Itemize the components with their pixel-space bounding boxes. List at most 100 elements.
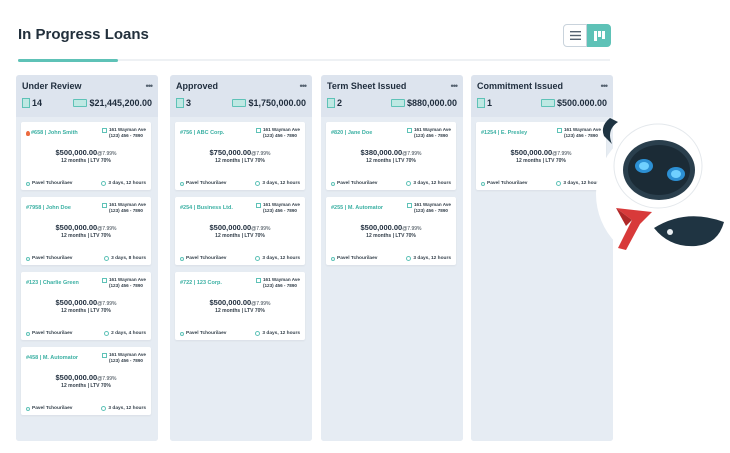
loan-id-link[interactable]: #123 | Charlie Green (26, 277, 79, 289)
loan-id-link[interactable]: #1254 | E. Presley (481, 127, 527, 139)
property-address: 161 Wayman Ave (123) 456 - 7890 (101, 352, 146, 364)
assignee-name: Pavel Tchourilaev (487, 181, 528, 186)
clock-icon (101, 406, 107, 411)
interest-rate: @7.99% (402, 151, 422, 157)
loan-card[interactable]: #756 | ABC Corp. 161 Wayman Ave (123) 456 … (175, 122, 305, 190)
user-icon (180, 181, 184, 186)
phone-line: (123) 456 - 7890 (262, 133, 297, 138)
more-options-icon[interactable]: ••• (146, 82, 154, 91)
assignee-name: Pavel Tchourilaev (32, 331, 73, 336)
interest-rate: @7.99% (97, 226, 117, 232)
loan-card[interactable]: #458 | M. Automator 161 Wayman Ave (123) 4… (21, 347, 151, 415)
loan-count-value: 2 (337, 98, 343, 108)
loan-id-text: #820 | Jane Doe (331, 130, 373, 136)
loan-amount: $500,000.00 (55, 373, 98, 382)
clock-icon (255, 181, 261, 186)
loan-amount-row: $500,000.00@7.99% (180, 222, 300, 233)
elapsed-time: 3 days, 12 hours (255, 256, 300, 261)
loan-count: 3 (176, 98, 191, 108)
loan-id-link[interactable]: #722 | 123 Corp. (180, 277, 222, 289)
board-view-button[interactable] (587, 24, 611, 47)
more-options-icon[interactable]: ••• (300, 82, 308, 91)
address-lines: 161 Wayman Ave (123) 456 - 7890 (263, 277, 300, 289)
loan-terms: 12 months | LTV 70% (61, 158, 111, 164)
loan-id-link[interactable]: #658 | John Smith (26, 127, 78, 139)
more-options-icon[interactable]: ••• (451, 82, 459, 91)
loan-terms: 12 months | LTV 70% (516, 158, 566, 164)
loan-id-text: #722 | 123 Corp. (180, 280, 222, 286)
loan-card[interactable]: #1254 | E. Presley 161 Wayman Ave (123) 45… (476, 122, 606, 190)
fire-icon (26, 130, 30, 136)
loan-count-value: 3 (186, 98, 192, 108)
user-icon (331, 256, 335, 261)
card-footer: Pavel Tchourilaev 3 days, 12 hours (481, 181, 601, 186)
card-header: #7958 | John Doe 161 Wayman Ave (123) 456 … (26, 202, 146, 214)
interest-rate: @7.99% (97, 376, 117, 382)
loan-id-link[interactable]: #255 | M. Automator (331, 202, 383, 214)
address-lines: 161 Wayman Ave (123) 456 - 7890 (263, 127, 300, 139)
loan-id-link[interactable]: #458 | M. Automator (26, 352, 78, 364)
assignee: Pavel Tchourilaev (180, 256, 226, 261)
elapsed-time: 3 days, 12 hours (101, 406, 146, 411)
loan-card[interactable]: #255 | M. Automator 161 Wayman Ave (123) 4… (326, 197, 456, 265)
user-icon (331, 181, 335, 186)
column-title: Term Sheet Issued (327, 81, 407, 91)
interest-rate: @7.99% (97, 151, 117, 157)
loan-id-link[interactable]: #756 | ABC Corp. (180, 127, 224, 139)
column-card-list: #820 | Jane Doe 161 Wayman Ave (123) 456 -… (321, 117, 463, 441)
loan-card[interactable]: #123 | Charlie Green 161 Wayman Ave (123) … (21, 272, 151, 340)
phone-line: (123) 456 - 7890 (413, 208, 448, 213)
loan-card[interactable]: #658 | John Smith 161 Wayman Ave (123) 456… (21, 122, 151, 190)
loan-terms: 12 months | LTV 70% (61, 308, 111, 314)
loan-count-value: 14 (32, 98, 43, 108)
loan-id-text: #658 | John Smith (31, 130, 78, 136)
column-card-list: #756 | ABC Corp. 161 Wayman Ave (123) 456 … (170, 117, 312, 441)
card-footer: Pavel Tchourilaev 3 days, 12 hours (180, 256, 300, 261)
column-title-row: Commitment Issued ••• (477, 81, 609, 91)
elapsed-time: 3 days, 12 hours (101, 181, 146, 186)
elapsed-time: 3 days, 12 hours (255, 331, 300, 336)
view-toggle (563, 24, 611, 47)
list-view-button[interactable] (563, 24, 587, 47)
loan-id-link[interactable]: #820 | Jane Doe (331, 127, 372, 139)
card-footer: Pavel Tchourilaev 3 days, 12 hours (331, 256, 451, 261)
address-lines: 161 Wayman Ave (123) 456 - 7890 (414, 127, 451, 139)
clock-icon (104, 256, 110, 261)
assignee-name: Pavel Tchourilaev (337, 256, 378, 261)
assignee: Pavel Tchourilaev (481, 181, 527, 186)
loan-card[interactable]: #722 | 123 Corp. 161 Wayman Ave (123) 456 … (175, 272, 305, 340)
loan-card[interactable]: #254 | Business Ltd. 161 Wayman Ave (123) … (175, 197, 305, 265)
loan-id-link[interactable]: #7958 | John Doe (26, 202, 71, 214)
user-icon (26, 331, 30, 336)
card-header: #458 | M. Automator 161 Wayman Ave (123) 4… (26, 352, 146, 364)
loan-card[interactable]: #820 | Jane Doe 161 Wayman Ave (123) 456 -… (326, 122, 456, 190)
elapsed-time-value: 3 days, 12 hours (413, 181, 451, 186)
column-title: Commitment Issued (477, 81, 564, 91)
assignee-name: Pavel Tchourilaev (32, 181, 73, 186)
loan-amount: $500,000.00 (55, 298, 98, 307)
elapsed-time-value: 2 days, 4 hours (111, 331, 146, 336)
loan-terms: 12 months | LTV 70% (215, 158, 265, 164)
address-lines: 161 Wayman Ave (123) 456 - 7890 (109, 202, 146, 214)
loan-id-link[interactable]: #254 | Business Ltd. (180, 202, 233, 214)
loan-count-value: 1 (487, 98, 493, 108)
user-icon (26, 181, 30, 186)
column-total: $880,000.00 (390, 98, 457, 108)
column-total-value: $880,000.00 (406, 98, 457, 108)
phone-line: (123) 456 - 7890 (108, 283, 143, 288)
loan-id-text: #123 | Charlie Green (26, 280, 79, 286)
interest-rate: @7.99% (552, 151, 572, 157)
more-options-icon[interactable]: ••• (601, 82, 609, 91)
elapsed-time: 3 days, 8 hours (104, 256, 146, 261)
elapsed-time: 3 days, 12 hours (255, 181, 300, 186)
column-under-review: Under Review ••• 14 $21,445,200.00 #658 | Jo… (16, 75, 158, 441)
list-icon (569, 31, 581, 40)
loan-terms: 12 months | LTV 70% (215, 308, 265, 314)
assignee-name: Pavel Tchourilaev (186, 256, 227, 261)
building-icon (406, 203, 412, 208)
loan-count: 14 (22, 98, 42, 108)
loan-card[interactable]: #7958 | John Doe 161 Wayman Ave (123) 456 … (21, 197, 151, 265)
loan-terms: 12 months | LTV 70% (215, 233, 265, 239)
loan-amount: $500,000.00 (209, 223, 252, 232)
building-icon (255, 278, 261, 283)
